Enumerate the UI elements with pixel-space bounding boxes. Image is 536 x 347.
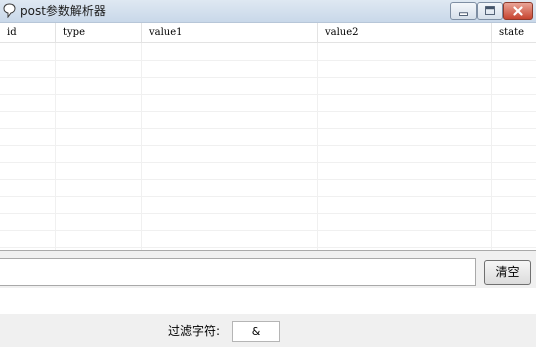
grid-line <box>0 60 536 61</box>
grid-line <box>0 196 536 197</box>
window-title: post参数解析器 <box>20 4 106 18</box>
minimize-button[interactable] <box>450 2 477 20</box>
grid-line <box>0 145 536 146</box>
grid-line <box>0 128 536 129</box>
column-header-type[interactable]: type <box>56 23 142 43</box>
grid-line <box>0 247 536 248</box>
grid-line <box>317 43 318 250</box>
column-header-value2[interactable]: value2 <box>318 23 492 43</box>
grid-line <box>141 43 142 250</box>
grid-line <box>0 162 536 163</box>
grid-line <box>0 111 536 112</box>
grid-line <box>55 43 56 250</box>
minimize-icon <box>459 12 468 16</box>
output-field[interactable] <box>0 288 536 314</box>
column-header-state[interactable]: state <box>492 23 536 43</box>
maximize-icon <box>485 6 495 15</box>
result-table[interactable]: id type value1 value2 state <box>0 23 536 251</box>
table-body <box>0 43 536 250</box>
maximize-button[interactable] <box>477 2 503 20</box>
post-data-input[interactable] <box>0 258 476 286</box>
grid-line <box>0 230 536 231</box>
grid-line <box>0 94 536 95</box>
app-icon <box>3 3 16 19</box>
grid-line <box>0 213 536 214</box>
filter-character-input[interactable] <box>232 321 280 342</box>
column-header-id[interactable]: id <box>0 23 56 43</box>
column-header-value1[interactable]: value1 <box>142 23 318 43</box>
grid-line <box>0 77 536 78</box>
close-icon <box>513 6 523 16</box>
grid-line <box>491 43 492 250</box>
filter-label: 过滤字符: <box>168 324 221 338</box>
table-header: id type value1 value2 state <box>0 23 536 43</box>
grid-line <box>0 179 536 180</box>
title-bar[interactable]: post参数解析器 <box>0 0 536 23</box>
app-window: post参数解析器 id type value1 value2 state 清空… <box>0 0 536 347</box>
clear-button[interactable]: 清空 <box>484 260 531 285</box>
close-button[interactable] <box>503 2 533 20</box>
